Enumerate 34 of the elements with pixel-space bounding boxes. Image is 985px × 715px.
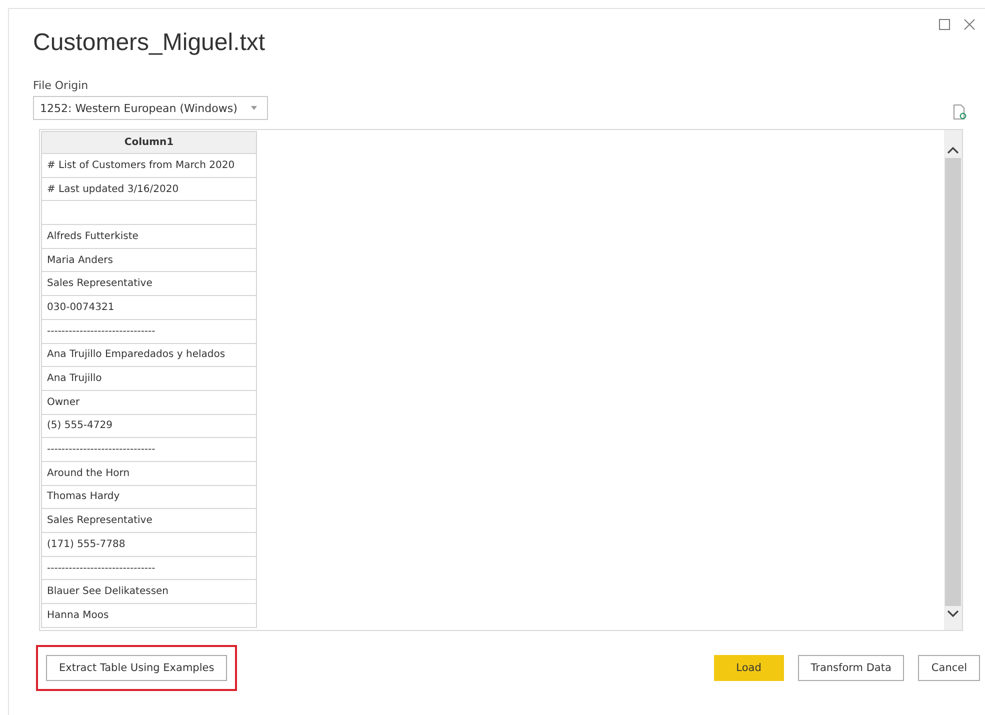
- table-cell: Thomas Hardy: [41, 486, 257, 510]
- table-cell: # Last updated 3/16/2020: [41, 178, 257, 202]
- file-origin-dropdown[interactable]: 1252: Western European (Windows): [33, 96, 268, 120]
- table-cell: ------------------------------: [41, 438, 257, 462]
- table-cell: (171) 555-7788: [41, 533, 257, 557]
- table-cell: Around the Horn: [41, 462, 257, 486]
- table-cell: Hanna Moos: [41, 604, 257, 628]
- scroll-down-icon[interactable]: [947, 610, 959, 618]
- table-cell: Ana Trujillo Emparedados y helados: [41, 344, 257, 368]
- table-cell: Sales Representative: [41, 509, 257, 533]
- scrollbar[interactable]: [944, 130, 962, 630]
- dialog-button[interactable]: Transform Data: [798, 655, 904, 681]
- extract-table-button[interactable]: Extract Table Using Examples: [46, 655, 228, 681]
- close-icon[interactable]: [964, 19, 975, 30]
- table-cell: Maria Anders: [41, 248, 257, 272]
- window-title: Customers_Miguel.txt: [33, 29, 266, 57]
- table-cell: Blauer See Delikatessen: [41, 580, 257, 604]
- refresh-file-icon[interactable]: [953, 104, 967, 120]
- dialog-button[interactable]: Cancel: [918, 655, 980, 681]
- table-cell: Ana Trujillo: [41, 367, 257, 391]
- table-cell: ------------------------------: [41, 556, 257, 580]
- maximize-icon[interactable]: [939, 19, 950, 30]
- table-cell: # List of Customers from March 2020: [41, 154, 257, 178]
- table-cell: Owner: [41, 390, 257, 415]
- caret-icon: [251, 106, 258, 110]
- file-origin-label: File Origin: [33, 79, 90, 92]
- scroll-up-icon[interactable]: [947, 146, 959, 154]
- table-cell: (5) 555-4729: [41, 414, 257, 438]
- table-cell: ------------------------------: [41, 320, 257, 344]
- table-cell: Alfreds Futterkiste: [41, 225, 257, 249]
- dialog-button[interactable]: Load: [714, 655, 784, 681]
- table-cell: Sales Representative: [41, 272, 257, 296]
- table-cell: 030-0074321: [41, 296, 257, 320]
- column-header[interactable]: Column1: [41, 131, 257, 154]
